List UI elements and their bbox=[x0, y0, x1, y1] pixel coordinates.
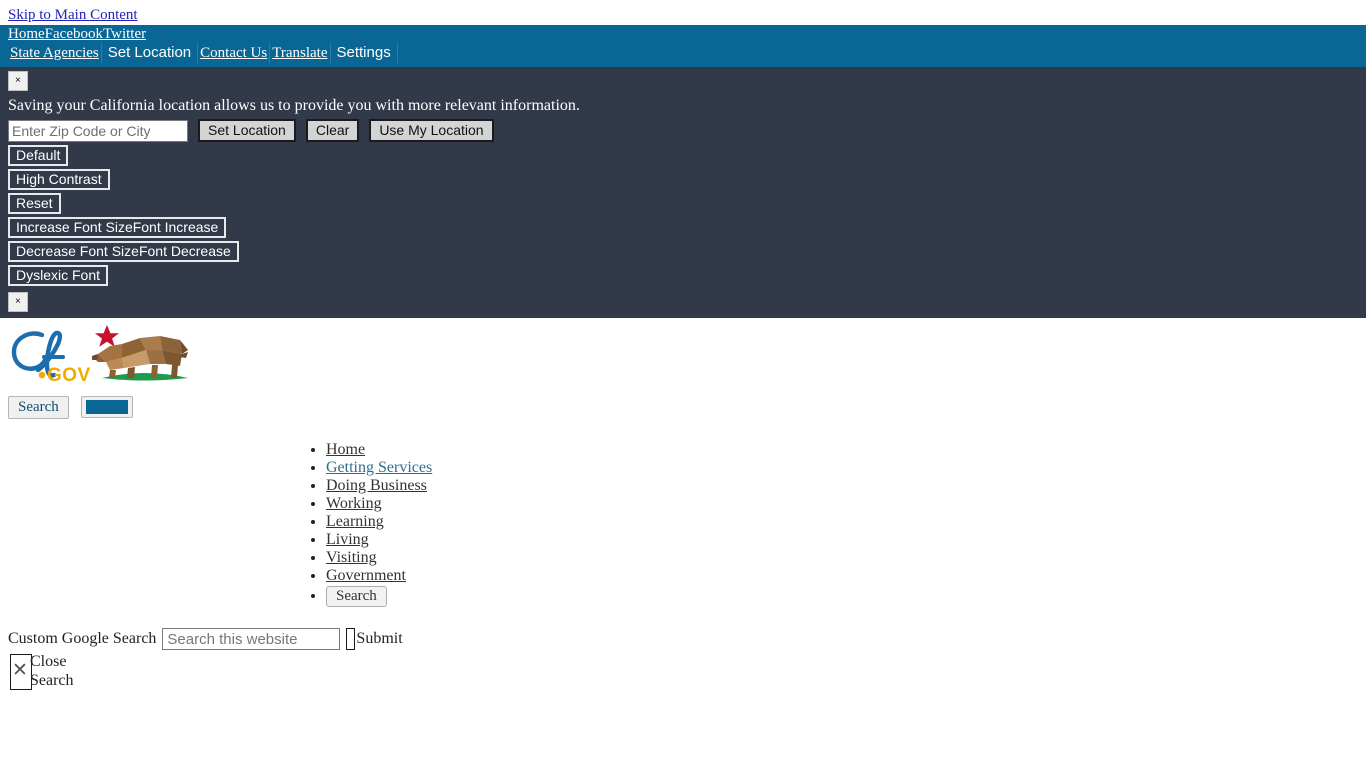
utility-link-twitter[interactable]: Twitter bbox=[103, 26, 146, 42]
california-bear-icon bbox=[92, 325, 188, 381]
nav-item-living[interactable]: Living bbox=[326, 531, 369, 548]
utility-button-set-location[interactable]: Set Location bbox=[102, 43, 199, 63]
nav-item-learning[interactable]: Learning bbox=[326, 513, 384, 530]
skip-to-main-content-link[interactable]: Skip to Main Content bbox=[0, 0, 1366, 25]
utility-link-home[interactable]: Home bbox=[8, 26, 45, 42]
settings-default-button[interactable]: Default bbox=[8, 145, 69, 166]
list-item: Learning bbox=[326, 513, 1366, 531]
close-search-control[interactable]: ✕ Close Search bbox=[8, 652, 218, 692]
utility-link-state-agencies[interactable]: State Agencies bbox=[8, 43, 102, 63]
list-item: Getting Services bbox=[326, 459, 1366, 477]
nav-item-home[interactable]: Home bbox=[326, 441, 365, 458]
custom-google-search-label: Custom Google Search bbox=[8, 630, 157, 647]
site-search-input[interactable] bbox=[162, 628, 341, 650]
ca-gov-logo-link[interactable]: GOV bbox=[8, 324, 200, 386]
utility-link-facebook[interactable]: Facebook bbox=[45, 26, 103, 42]
location-panel-close-button[interactable]: × bbox=[8, 71, 28, 91]
header-theme-swatch-button[interactable] bbox=[80, 396, 133, 419]
nav-item-government[interactable]: Government bbox=[326, 567, 406, 584]
location-settings-panel: × Saving your California location allows… bbox=[0, 67, 1366, 318]
utility-link-contact-us[interactable]: Contact Us bbox=[198, 43, 271, 63]
close-x-icon: ✕ bbox=[12, 660, 28, 681]
settings-increase-font-size-button[interactable]: Increase Font SizeFont Increase bbox=[8, 217, 227, 238]
nav-item-working[interactable]: Working bbox=[326, 495, 382, 512]
header-search-row: Search bbox=[0, 386, 1366, 419]
nav-item-doing-business[interactable]: Doing Business bbox=[326, 477, 427, 494]
submit-button-label: Submit bbox=[356, 629, 403, 647]
header-search-button[interactable]: Search bbox=[8, 396, 69, 419]
settings-buttons-group: Default High Contrast Reset Increase Fon… bbox=[0, 144, 1366, 288]
list-item: Doing Business bbox=[326, 477, 1366, 495]
settings-reset-button[interactable]: Reset bbox=[8, 193, 61, 214]
custom-google-search-row: Custom Google Search Submit bbox=[0, 608, 1366, 650]
submit-button-box[interactable] bbox=[346, 628, 356, 650]
ca-gov-wordmark-icon: GOV bbox=[11, 330, 91, 386]
main-nav-list: Home Getting Services Doing Business Wor… bbox=[306, 441, 1366, 608]
location-panel-message: Saving your California location allows u… bbox=[8, 97, 580, 114]
clear-location-button[interactable]: Clear bbox=[305, 119, 360, 142]
red-star-icon bbox=[95, 325, 119, 347]
settings-decrease-font-size-button[interactable]: Decrease Font SizeFont Decrease bbox=[8, 241, 239, 262]
settings-high-contrast-button[interactable]: High Contrast bbox=[8, 169, 110, 190]
utility-button-settings[interactable]: Settings bbox=[331, 43, 398, 63]
main-navigation: Home Getting Services Doing Business Wor… bbox=[0, 441, 1366, 608]
list-item: Home bbox=[326, 441, 1366, 459]
nav-search-button[interactable]: Search bbox=[326, 586, 387, 607]
site-search-submit[interactable]: Submit bbox=[346, 628, 403, 650]
use-my-location-button[interactable]: Use My Location bbox=[369, 119, 494, 142]
list-item: Living bbox=[326, 531, 1366, 549]
settings-panel-close-button[interactable]: × bbox=[8, 292, 28, 312]
svg-text:GOV: GOV bbox=[47, 365, 91, 386]
close-search-label: Close Search bbox=[30, 653, 74, 689]
theme-swatch-icon bbox=[85, 400, 128, 415]
list-item: Working bbox=[326, 495, 1366, 513]
utility-primary-links: HomeFacebookTwitter bbox=[0, 25, 1366, 43]
utility-nav-bar: HomeFacebookTwitter State Agencies Set Lo… bbox=[0, 25, 1366, 67]
settings-dyslexic-font-button[interactable]: Dyslexic Font bbox=[8, 265, 109, 286]
set-location-button[interactable]: Set Location bbox=[198, 119, 296, 142]
nav-item-visiting[interactable]: Visiting bbox=[326, 549, 377, 566]
list-item: Visiting bbox=[326, 549, 1366, 567]
location-zip-or-city-input[interactable] bbox=[8, 119, 188, 142]
list-item: Government bbox=[326, 567, 1366, 585]
utility-secondary-links: State Agencies Set Location Contact Us Tran… bbox=[0, 43, 1366, 63]
nav-item-getting-services[interactable]: Getting Services bbox=[326, 459, 432, 476]
list-item: Search bbox=[326, 585, 1366, 608]
location-form: Set Location Clear Use My Location bbox=[0, 119, 1366, 144]
site-branding: GOV bbox=[0, 318, 1366, 386]
utility-link-translate[interactable]: Translate bbox=[270, 43, 331, 63]
